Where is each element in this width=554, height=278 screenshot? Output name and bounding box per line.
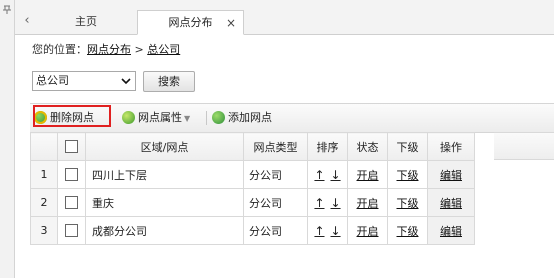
sort-up-icon[interactable]: ↑	[314, 224, 324, 238]
header-actions: 操作	[427, 132, 475, 161]
breadcrumb-link-branch-distribution[interactable]: 网点分布	[87, 43, 131, 56]
edit-link[interactable]: 编辑	[440, 225, 462, 238]
sub-level-link[interactable]: 下级	[397, 169, 419, 182]
sort-up-icon[interactable]: ↑	[314, 196, 324, 210]
row-number: 1	[30, 160, 58, 189]
sub-level-link[interactable]: 下级	[397, 225, 419, 238]
edit-link[interactable]: 编辑	[440, 197, 462, 210]
header-sort: 排序	[307, 132, 348, 161]
region-cell: 四川上下层	[85, 160, 244, 189]
action-cell: 编辑	[427, 160, 475, 189]
tab-home[interactable]: 主页	[36, 10, 136, 34]
breadcrumb-link-head-office[interactable]: 总公司	[147, 43, 180, 56]
table-row: 1 四川上下层 分公司 ↑ ↓ 开启 下级 编辑	[30, 160, 475, 189]
header-status: 状态	[347, 132, 388, 161]
select-all-checkbox[interactable]	[65, 140, 78, 154]
dropdown-caret-icon: ▼	[184, 114, 191, 123]
add-branch-button[interactable]: 添加网点	[212, 108, 272, 128]
type-cell: 分公司	[243, 188, 308, 217]
status-cell: 开启	[347, 216, 388, 245]
row-select-cell	[57, 160, 86, 189]
region-cell: 重庆	[85, 188, 244, 217]
region-cell: 成都分公司	[85, 216, 244, 245]
sort-down-icon[interactable]: ↓	[331, 168, 341, 182]
action-cell: 编辑	[427, 188, 475, 217]
pin-icon[interactable]	[3, 5, 11, 17]
table-header-tail	[494, 132, 554, 160]
header-region: 区域/网点	[85, 132, 244, 161]
status-cell: 开启	[347, 160, 388, 189]
header-sub: 下级	[387, 132, 428, 161]
status-link[interactable]: 开启	[357, 225, 379, 238]
delete-branch-label: 删除网点	[50, 111, 94, 124]
row-select-cell	[57, 188, 86, 217]
table-row: 2 重庆 分公司 ↑ ↓ 开启 下级 编辑	[30, 188, 475, 217]
sort-down-icon[interactable]: ↓	[331, 196, 341, 210]
header-select-all	[57, 132, 86, 161]
close-icon[interactable]: ×	[226, 11, 236, 35]
toolbar-divider	[206, 111, 207, 125]
search-button[interactable]: 搜索	[143, 71, 195, 92]
status-cell: 开启	[347, 188, 388, 217]
sub-level-link[interactable]: 下级	[397, 197, 419, 210]
row-number: 3	[30, 216, 58, 245]
action-cell: 编辑	[427, 216, 475, 245]
table-header-row: 区域/网点 网点类型 排序 状态 下级 操作	[30, 132, 475, 161]
breadcrumb-prefix: 您的位置：	[32, 43, 87, 56]
edit-link[interactable]: 编辑	[440, 169, 462, 182]
company-select-value: 总公司	[36, 74, 69, 87]
tab-branch-distribution[interactable]: 网点分布 ×	[137, 10, 244, 35]
chevron-down-icon	[121, 72, 131, 97]
row-select-cell	[57, 216, 86, 245]
sort-up-icon[interactable]: ↑	[314, 168, 324, 182]
toolbar: 删除网点 网点属性 ▼ 添加网点	[30, 103, 554, 133]
type-cell: 分公司	[243, 216, 308, 245]
status-link[interactable]: 开启	[357, 197, 379, 210]
status-link[interactable]: 开启	[357, 169, 379, 182]
branch-properties-icon	[122, 111, 135, 124]
row-checkbox[interactable]	[65, 196, 78, 210]
add-branch-icon	[212, 111, 225, 124]
header-type: 网点类型	[243, 132, 308, 161]
sort-down-icon[interactable]: ↓	[331, 224, 341, 238]
breadcrumb: 您的位置：网点分布 > 总公司	[32, 41, 180, 57]
delete-branch-icon	[34, 111, 47, 124]
tab-bar: ‹ 主页 网点分布 ×	[15, 0, 554, 35]
row-number: 2	[30, 188, 58, 217]
sub-cell: 下级	[387, 188, 428, 217]
sub-cell: 下级	[387, 216, 428, 245]
company-select[interactable]: 总公司	[32, 71, 136, 91]
header-row-number	[30, 132, 58, 161]
table-row: 3 成都分公司 分公司 ↑ ↓ 开启 下级 编辑	[30, 216, 475, 245]
breadcrumb-separator: >	[131, 43, 148, 56]
left-dock-strip	[0, 0, 15, 278]
row-checkbox[interactable]	[65, 168, 78, 182]
branch-table: 区域/网点 网点类型 排序 状态 下级 操作 1 四川上下层 分公司 ↑ ↓ 开启…	[30, 132, 475, 245]
tab-scroll-left-icon[interactable]: ‹	[20, 10, 34, 34]
sub-cell: 下级	[387, 160, 428, 189]
sort-cell: ↑ ↓	[307, 188, 348, 217]
sort-cell: ↑ ↓	[307, 160, 348, 189]
tab-branch-distribution-label: 网点分布	[168, 16, 213, 29]
branch-properties-button[interactable]: 网点属性 ▼	[122, 108, 190, 128]
tab-home-label: 主页	[75, 15, 97, 28]
delete-branch-button[interactable]: 删除网点	[34, 108, 94, 128]
branch-properties-label: 网点属性	[138, 111, 182, 124]
add-branch-label: 添加网点	[228, 111, 272, 124]
row-checkbox[interactable]	[65, 224, 78, 238]
sort-cell: ↑ ↓	[307, 216, 348, 245]
type-cell: 分公司	[243, 160, 308, 189]
